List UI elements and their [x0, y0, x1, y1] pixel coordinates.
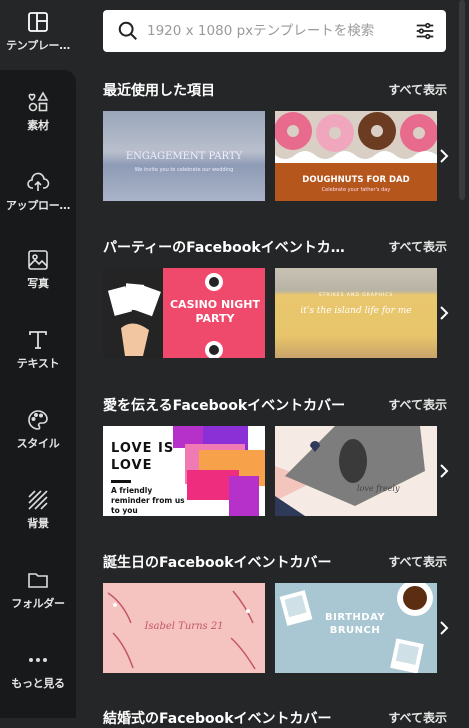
thumbnail-title: love freely: [357, 484, 400, 493]
sidebar-item-elements[interactable]: 素材: [0, 80, 76, 150]
sidebar-item-label: アップロー…: [5, 199, 71, 212]
section-title: 誕生日のFacebookイベントカバー: [103, 555, 332, 571]
template-thumbnail[interactable]: LOVE IS LOVE A friendly reminder from us…: [103, 426, 265, 516]
sidebar-item-label: フォルダー: [11, 597, 65, 610]
filter-icon[interactable]: [414, 20, 436, 42]
poker-chip-icon: [205, 341, 223, 358]
thumbnail-subtitle: We invite you to celebrate our wedding: [134, 167, 234, 173]
sidebar-item-label: 素材: [27, 119, 49, 132]
carousel-next-button[interactable]: [437, 143, 451, 169]
sidebar-item-label: もっと見る: [11, 677, 65, 690]
see-all-link[interactable]: すべて表示: [388, 396, 447, 413]
thumbnail-title: ENGAGEMENT PARTY: [125, 151, 243, 162]
chevron-right-icon: [440, 621, 449, 635]
sidebar-item-label: テンプレー…: [6, 39, 70, 52]
playing-cards-illustration: [107, 283, 161, 356]
template-thumbnail[interactable]: DOUGHNUTS FOR DAD Celebrate your father'…: [275, 111, 437, 201]
section-title: 結婚式のFacebookイベントカバー: [103, 711, 332, 727]
search-input[interactable]: [145, 22, 399, 40]
section-title: 最近使用した項目: [103, 83, 215, 99]
template-thumbnail[interactable]: ENGAGEMENT PARTY We invite you to celebr…: [103, 111, 265, 201]
template-thumbnail[interactable]: BIRTHDAY BRUNCH: [275, 583, 437, 673]
see-all-link[interactable]: すべて表示: [388, 81, 447, 98]
chevron-right-icon: [440, 149, 449, 163]
thumbnail-title: LOVE IS LOVE: [111, 441, 175, 473]
background-icon: [28, 490, 48, 510]
thumbnail-title: it's the island life for me: [300, 306, 412, 316]
chevron-right-icon: [440, 306, 449, 320]
sidebar-item-label: スタイル: [16, 437, 60, 450]
upload-icon: [27, 172, 50, 191]
poker-chip-icon: [205, 273, 223, 291]
thumbnail-title: DOUGHNUTS FOR DAD: [302, 175, 410, 185]
thumbnail-subtitle: STRIKES AND GRAPHICS: [318, 293, 394, 298]
sidebar-item-styles[interactable]: スタイル: [0, 398, 76, 468]
sidebar-item-label: テキスト: [16, 357, 60, 370]
carousel-next-button[interactable]: [437, 458, 451, 484]
search-icon: [118, 21, 137, 40]
sidebar-item-uploads[interactable]: アップロー…: [0, 160, 76, 230]
section-title: 愛を伝えるFacebookイベントカバー: [103, 398, 346, 414]
sidebar-item-label: 背景: [27, 517, 49, 530]
sidebar-corner: [56, 70, 76, 90]
carousel-next-button[interactable]: [437, 615, 451, 641]
template-thumbnail[interactable]: Isabel Turns 21: [103, 583, 265, 673]
template-thumbnail[interactable]: CASINO NIGHT PARTY: [103, 268, 265, 358]
elements-icon: [28, 91, 49, 112]
thumbnail-title: BIRTHDAY BRUNCH: [325, 612, 386, 636]
section-title: パーティーのFacebookイベントカ…: [103, 240, 345, 256]
couple-photo-collage: [275, 426, 437, 516]
thumbnail-title: Isabel Turns 21: [144, 621, 224, 632]
sidebar-item-more[interactable]: もっと見る: [0, 638, 76, 708]
text-icon: [29, 331, 47, 349]
sidebar-item-label: 写真: [27, 277, 49, 290]
thumbnail-title: CASINO NIGHT PARTY: [169, 298, 261, 325]
chevron-right-icon: [440, 464, 449, 478]
see-all-link[interactable]: すべて表示: [388, 238, 447, 255]
thumbnail-subtitle: A friendly reminder from us to you: [111, 486, 185, 515]
thumbnail-subtitle: Celebrate your father's day: [321, 187, 391, 193]
sidebar-item-folders[interactable]: フォルダー: [0, 558, 76, 628]
template-thumbnail[interactable]: love freely: [275, 426, 437, 516]
templates-icon: [28, 12, 48, 32]
search-bar[interactable]: [103, 10, 446, 52]
carousel-next-button[interactable]: [437, 300, 451, 326]
sidebar-item-photos[interactable]: 写真: [0, 238, 76, 308]
more-icon: [29, 658, 47, 662]
see-all-link[interactable]: すべて表示: [388, 553, 447, 570]
divider: [111, 480, 131, 483]
template-thumbnail[interactable]: STRIKES AND GRAPHICS it's the island lif…: [275, 268, 437, 358]
scrollbar[interactable]: [459, 0, 465, 200]
folder-icon: [28, 573, 48, 588]
sidebar-item-background[interactable]: 背景: [0, 478, 76, 548]
photo-icon: [28, 250, 48, 270]
palette-icon: [28, 410, 48, 430]
sidebar-item-templates[interactable]: テンプレー…: [0, 0, 76, 70]
sidebar-item-text[interactable]: テキスト: [0, 318, 76, 388]
sidebar: テンプレー… 素材 アップロー… 写真 テキスト スタイル 背景 フォルダー も…: [0, 0, 76, 718]
